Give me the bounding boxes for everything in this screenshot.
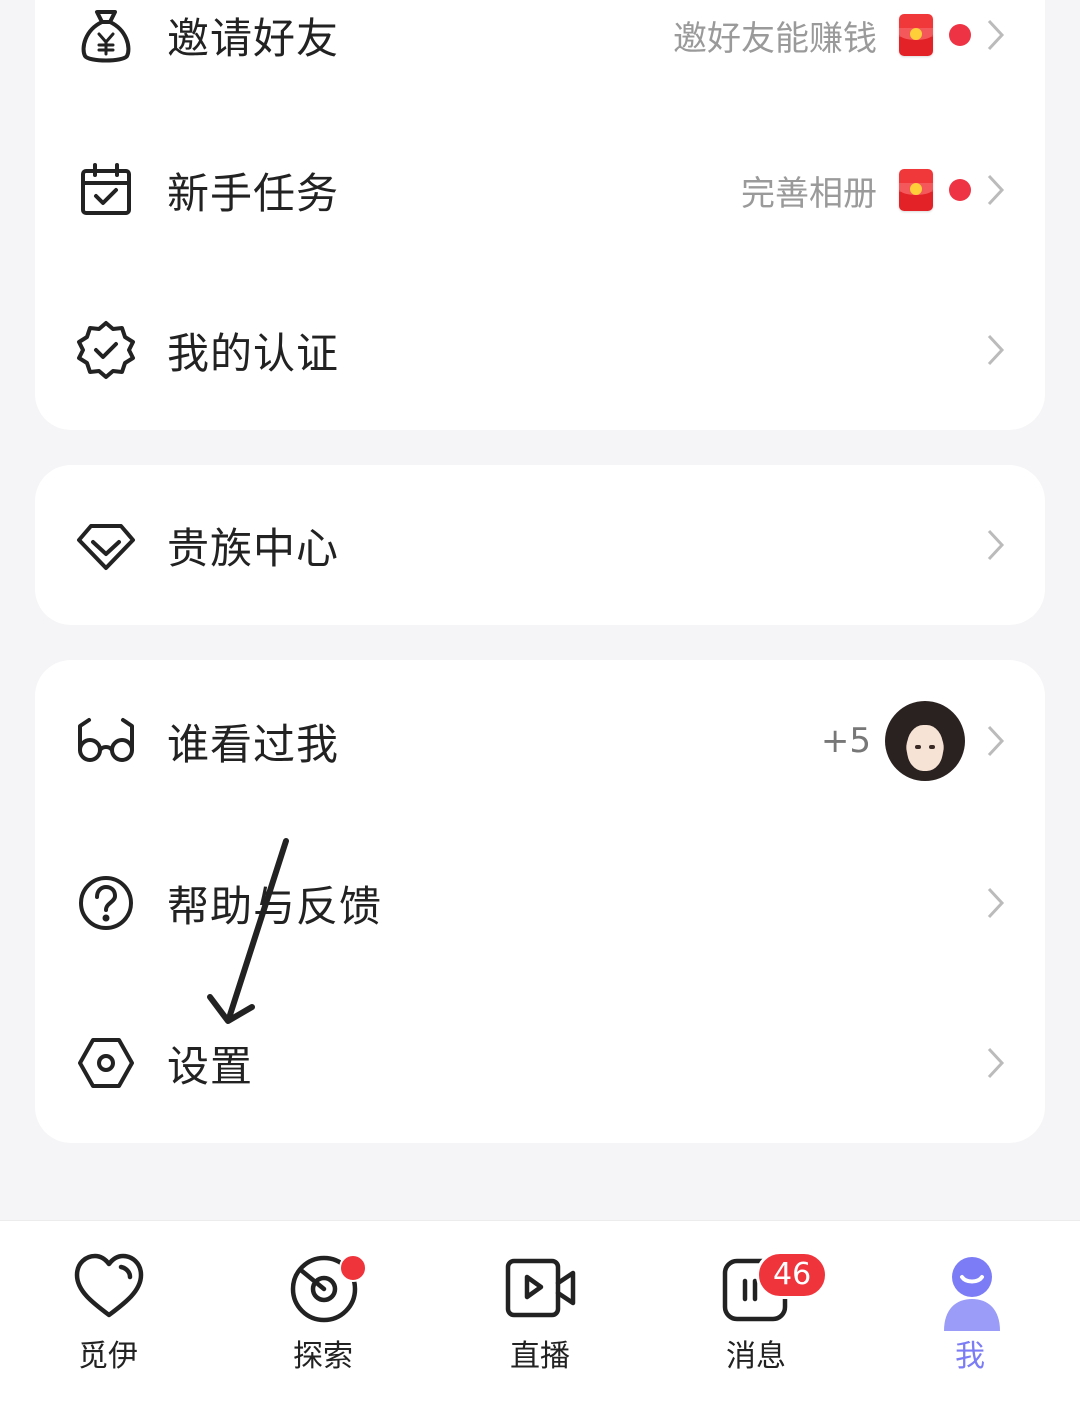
tab-miyi[interactable]: 觅伊: [38, 1251, 178, 1391]
messages-badge-count: 46: [756, 1251, 829, 1299]
menu-item-invite-friends[interactable]: 邀请好友 邀好友能赚钱: [35, 0, 1045, 110]
bottom-tab-bar: 觅伊 探索 直播 46 消息 我: [0, 1220, 1080, 1401]
menu-item-label: 设置: [167, 1041, 254, 1091]
visitor-avatar: [885, 701, 965, 781]
chevron-right-icon: [985, 886, 1007, 920]
tab-label: 直播: [510, 1339, 570, 1374]
chevron-right-icon: [985, 1046, 1007, 1080]
menu-item-help-feedback[interactable]: 帮助与反馈: [35, 828, 1045, 978]
notification-dot: [949, 24, 971, 46]
calendar-check-icon: [75, 159, 137, 221]
menu-item-label: 新手任务: [167, 168, 340, 218]
menu-item-settings[interactable]: 设置: [35, 988, 1045, 1138]
video-camera-icon: [505, 1251, 577, 1323]
user-avatar-icon: [942, 1255, 1002, 1333]
hexagon-settings-icon: [75, 1032, 137, 1094]
tab-live[interactable]: 直播: [470, 1251, 610, 1391]
tab-messages[interactable]: 46 消息: [686, 1251, 829, 1391]
tab-label: 探索: [293, 1339, 353, 1374]
chevron-right-icon: [985, 173, 1007, 207]
red-packet-icon: [899, 14, 933, 56]
tasks-hint: 完善相册: [741, 173, 877, 214]
diamond-icon: [75, 514, 137, 576]
menu-item-label: 我的认证: [167, 328, 340, 378]
explore-badge-dot: [339, 1254, 367, 1282]
heart-icon: [73, 1251, 145, 1323]
menu-item-label: 贵族中心: [167, 523, 340, 573]
menu-item-label: 邀请好友: [167, 13, 340, 63]
menu-item-newbie-tasks[interactable]: 新手任务 完善相册: [35, 115, 1045, 265]
visitor-count: +5: [820, 721, 871, 761]
tab-label: 消息: [726, 1339, 786, 1374]
verified-badge-icon: [75, 319, 137, 381]
tab-label: 觅伊: [78, 1339, 138, 1374]
red-packet-icon: [899, 169, 933, 211]
annotation-arrow: [207, 838, 289, 1024]
menu-card-rewards: 邀请好友 邀好友能赚钱 新手任务 完善相册 我的认证: [35, 0, 1045, 430]
question-circle-icon: [75, 872, 137, 934]
tab-explore[interactable]: 探索: [253, 1251, 393, 1391]
chevron-right-icon: [985, 724, 1007, 758]
money-bag-icon: [75, 4, 137, 66]
menu-item-visitors[interactable]: 谁看过我 +5: [35, 666, 1045, 816]
invite-hint: 邀好友能赚钱: [673, 18, 877, 59]
menu-card-misc: 谁看过我 +5 帮助与反馈 设置: [35, 660, 1045, 1143]
chevron-right-icon: [985, 528, 1007, 562]
notification-dot: [949, 179, 971, 201]
tab-me[interactable]: 我: [900, 1251, 1040, 1391]
menu-item-verification[interactable]: 我的认证: [35, 275, 1045, 425]
glasses-icon: [75, 710, 137, 772]
chevron-right-icon: [985, 333, 1007, 367]
menu-card-noble: 贵族中心: [35, 465, 1045, 625]
tab-label: 我: [955, 1339, 985, 1374]
menu-item-label: 谁看过我: [167, 719, 340, 769]
menu-item-noble-center[interactable]: 贵族中心: [35, 470, 1045, 620]
chevron-right-icon: [985, 18, 1007, 52]
